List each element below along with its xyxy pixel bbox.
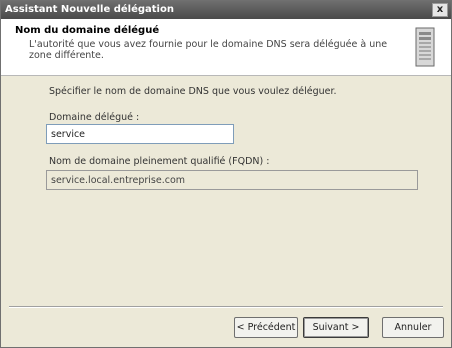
next-button[interactable]: Suivant > bbox=[303, 317, 369, 338]
page-title: Nom du domaine délégué bbox=[15, 25, 160, 36]
footer-separator bbox=[9, 306, 443, 308]
window-title: Assistant Nouvelle délégation bbox=[5, 4, 174, 15]
title-bar[interactable]: Assistant Nouvelle délégation x bbox=[1, 1, 451, 19]
wizard-window: Assistant Nouvelle délégation x Nom du d… bbox=[0, 0, 452, 348]
delegated-domain-input[interactable] bbox=[46, 124, 234, 144]
previous-button[interactable]: < Précédent bbox=[234, 317, 298, 338]
wizard-content: Spécifier le nom de domaine DNS que vous… bbox=[1, 76, 451, 306]
server-icon bbox=[415, 27, 435, 67]
close-button[interactable]: x bbox=[432, 3, 448, 17]
wizard-header: Nom du domaine délégué L'autorité que vo… bbox=[1, 19, 451, 76]
cancel-button[interactable]: Annuler bbox=[382, 317, 444, 338]
fqdn-label: Nom de domaine pleinement qualifié (FQDN… bbox=[49, 156, 270, 167]
page-description: L'autorité que vous avez fournie pour le… bbox=[29, 39, 388, 61]
instruction-text: Spécifier le nom de domaine DNS que vous… bbox=[49, 86, 337, 97]
delegated-domain-label: Domaine délégué : bbox=[49, 112, 140, 123]
fqdn-field: service.local.entreprise.com bbox=[46, 170, 418, 190]
